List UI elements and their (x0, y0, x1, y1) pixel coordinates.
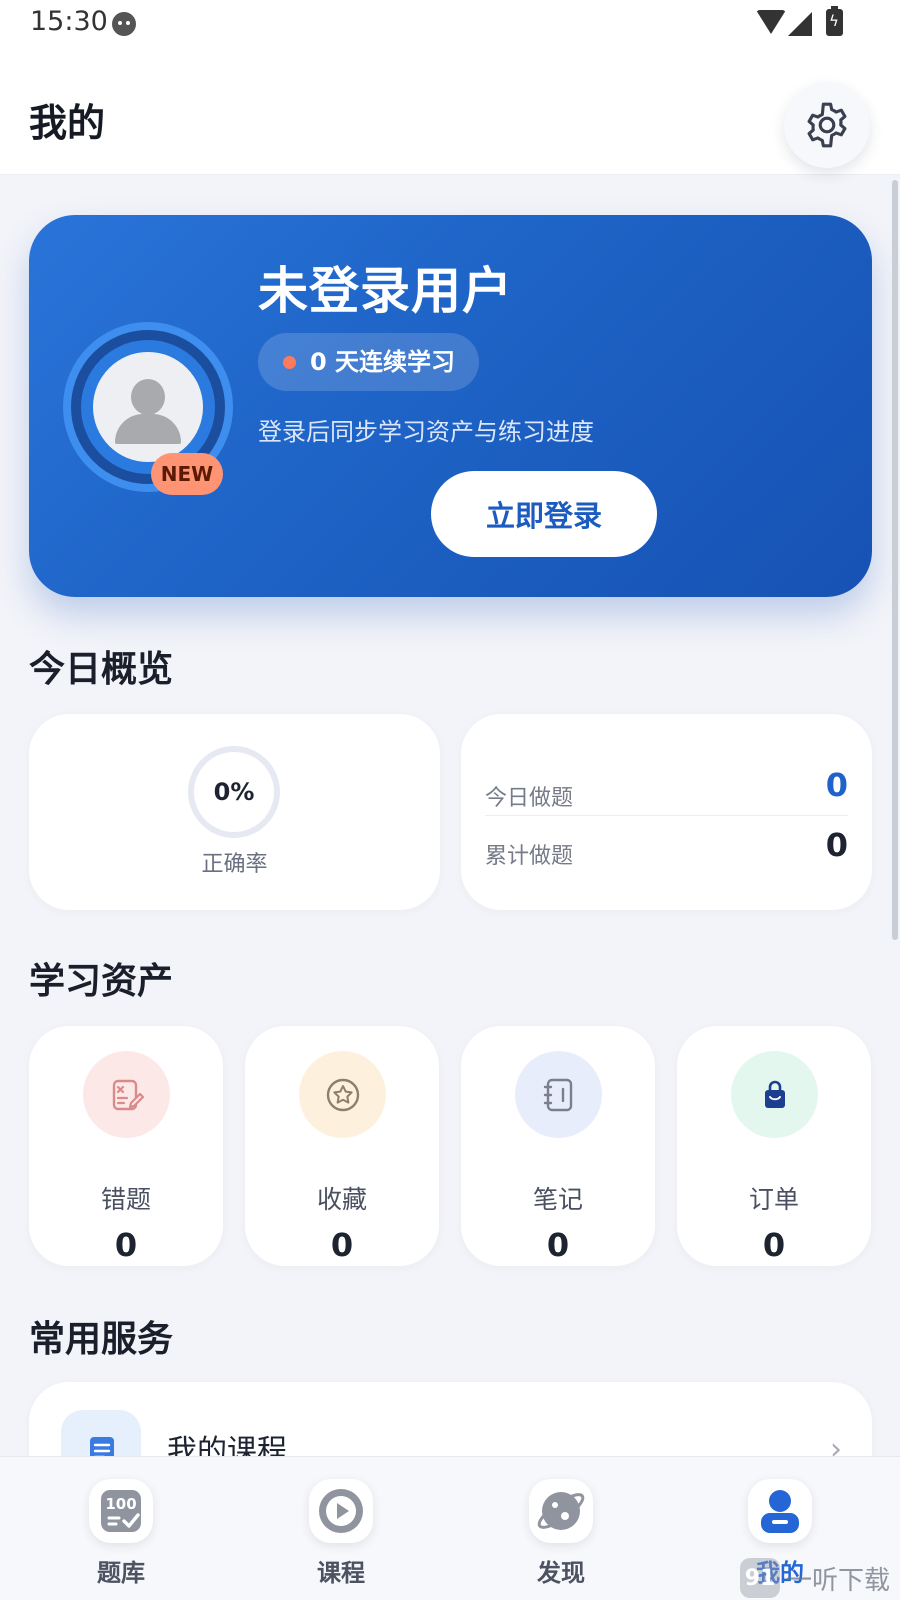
asset-icon-wrap (731, 1051, 818, 1138)
avatar-placeholder-icon (93, 352, 203, 462)
nav-icon-wrap (309, 1479, 373, 1543)
scrollbar-thumb[interactable] (892, 180, 898, 940)
asset-count: 0 (330, 1226, 354, 1264)
user-icon (761, 1490, 799, 1533)
nav-label: 课程 (317, 1559, 365, 1587)
status-time: 15:30 (30, 6, 108, 37)
accuracy-label: 正确率 (201, 852, 268, 877)
cat-icon (112, 12, 136, 36)
user-name: 未登录用户 (258, 262, 513, 320)
asset-icon-wrap (515, 1051, 602, 1138)
profile-card: NEW 未登录用户 0 天连续学习 登录后同步学习资产与练习进度 立即登录 (29, 215, 872, 597)
shopping-bag-icon (764, 1080, 785, 1108)
settings-button[interactable] (784, 82, 870, 168)
watermark: 91 一听下载 (740, 1556, 900, 1600)
asset-icon-wrap (83, 1051, 170, 1138)
nav-label: 发现 (537, 1559, 585, 1587)
asset-count: 0 (762, 1226, 786, 1264)
services-title: 常用服务 (29, 1319, 174, 1360)
star-icon (326, 1078, 359, 1111)
stat-value: 0 (825, 826, 848, 864)
gear-icon (807, 102, 847, 148)
signal-icon (788, 12, 812, 36)
new-badge: NEW (151, 453, 223, 495)
mistake-notebook-icon (112, 1079, 144, 1110)
accuracy-ring: 0% (188, 746, 280, 838)
nav-icon-wrap (529, 1479, 593, 1543)
assets-title: 学习资产 (29, 961, 174, 1002)
asset-label: 订单 (748, 1185, 799, 1214)
streak-badge: 0 天连续学习 (258, 333, 480, 391)
asset-count: 0 (114, 1226, 138, 1264)
asset-label: 错题 (100, 1185, 151, 1214)
stat-row-total: 累计做题 0 (485, 816, 848, 874)
watermark-logo-icon: 91 (740, 1558, 780, 1598)
stat-label: 累计做题 (485, 844, 574, 869)
overview-title: 今日概览 (29, 649, 174, 690)
nav-item-discover[interactable]: 发现 (481, 1457, 641, 1600)
svg-text:100: 100 (105, 1495, 136, 1513)
battery-charging-icon (826, 6, 843, 36)
stat-value: 0 (825, 766, 848, 804)
nav-item-question-bank[interactable]: 100 题库 (41, 1457, 201, 1600)
stat-label: 今日做题 (485, 786, 574, 811)
planet-icon (537, 1492, 585, 1530)
practice-stats-card: 今日做题 0 累计做题 0 (461, 714, 872, 910)
asset-mistakes[interactable]: 错题 0 (29, 1026, 223, 1266)
top-bar: 15:30 我的 (0, 0, 900, 175)
asset-notes[interactable]: 笔记 0 (461, 1026, 655, 1266)
asset-label: 收藏 (316, 1185, 367, 1214)
accuracy-card: 0% 正确率 (29, 714, 440, 910)
login-hint: 登录后同步学习资产与练习进度 (258, 418, 594, 446)
asset-orders[interactable]: 订单 0 (677, 1026, 871, 1266)
page-title: 我的 (29, 101, 106, 145)
status-bar: 15:30 (0, 0, 900, 46)
streak-dot-icon (283, 356, 296, 369)
notebook-icon (543, 1078, 572, 1111)
play-icon (319, 1489, 363, 1533)
asset-label: 笔记 (532, 1185, 583, 1214)
login-button[interactable]: 立即登录 (431, 471, 657, 557)
nav-icon-wrap (748, 1479, 812, 1543)
nav-label: 题库 (97, 1559, 145, 1587)
asset-favorites[interactable]: 收藏 0 (245, 1026, 439, 1266)
streak-text: 0 天连续学习 (310, 348, 456, 376)
wifi-icon (756, 10, 786, 34)
app-root: 15:30 我的 NEW 未登录用户 0 天连续学习 登录后同步学习资产与练习进… (0, 0, 900, 1600)
nav-item-courses[interactable]: 课程 (261, 1457, 421, 1600)
question-bank-icon: 100 (101, 1490, 141, 1532)
asset-count: 0 (546, 1226, 570, 1264)
asset-icon-wrap (299, 1051, 386, 1138)
stat-row-today: 今日做题 0 (485, 758, 848, 816)
nav-icon-wrap: 100 (89, 1479, 153, 1543)
watermark-text: 一听下载 (786, 1566, 891, 1596)
